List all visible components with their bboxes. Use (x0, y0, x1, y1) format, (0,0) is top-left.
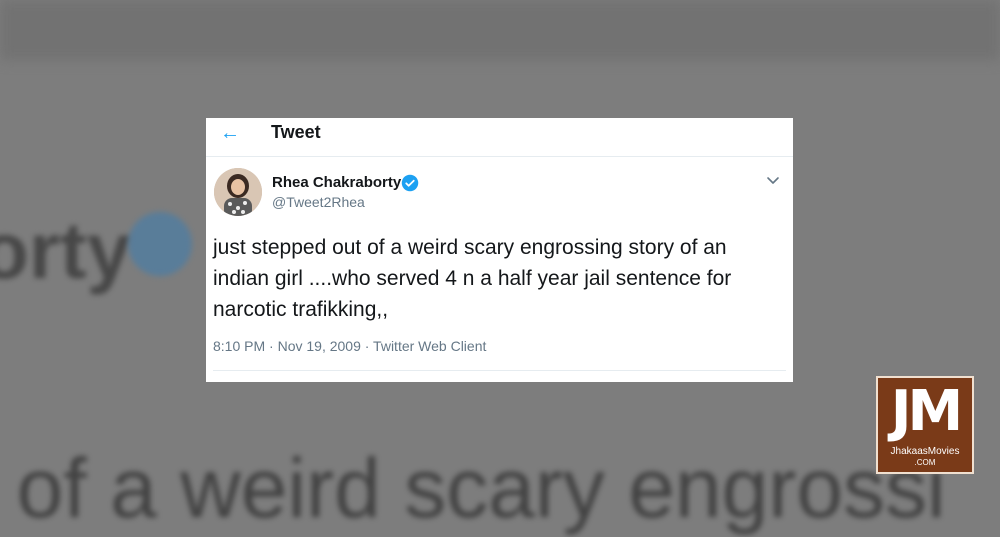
tweet-timestamp[interactable]: 8:10 PM · Nov 19, 2009 · Twitter Web Cli… (213, 338, 486, 354)
tweet-card: ← Tweet Rhea Chakraborty @Tweet2Rhea jus… (206, 118, 793, 382)
watermark-logo: JM JhakaasMovies .COM (876, 376, 974, 474)
watermark-letters: JM (890, 379, 964, 444)
watermark-domain: .COM (914, 458, 936, 467)
author-handle[interactable]: @Tweet2Rhea (272, 194, 365, 210)
background-text-fragment: t of a weird scary engrossi (0, 441, 946, 535)
background-blur-top (0, 0, 1000, 60)
page-title: Tweet (271, 122, 321, 142)
divider (213, 370, 786, 371)
tweet-header: ← Tweet (206, 118, 793, 157)
author-name[interactable]: Rhea Chakraborty (272, 174, 401, 191)
verified-badge-icon (401, 174, 419, 192)
background-verified-badge (128, 212, 192, 276)
background-name-fragment: orty (0, 206, 132, 295)
tweet-text: just stepped out of a weird scary engros… (213, 236, 732, 321)
back-arrow-icon[interactable]: ← (220, 121, 240, 145)
watermark-brand: JhakaasMovies (890, 446, 960, 457)
avatar[interactable] (214, 168, 262, 216)
chevron-down-icon[interactable] (765, 172, 781, 188)
